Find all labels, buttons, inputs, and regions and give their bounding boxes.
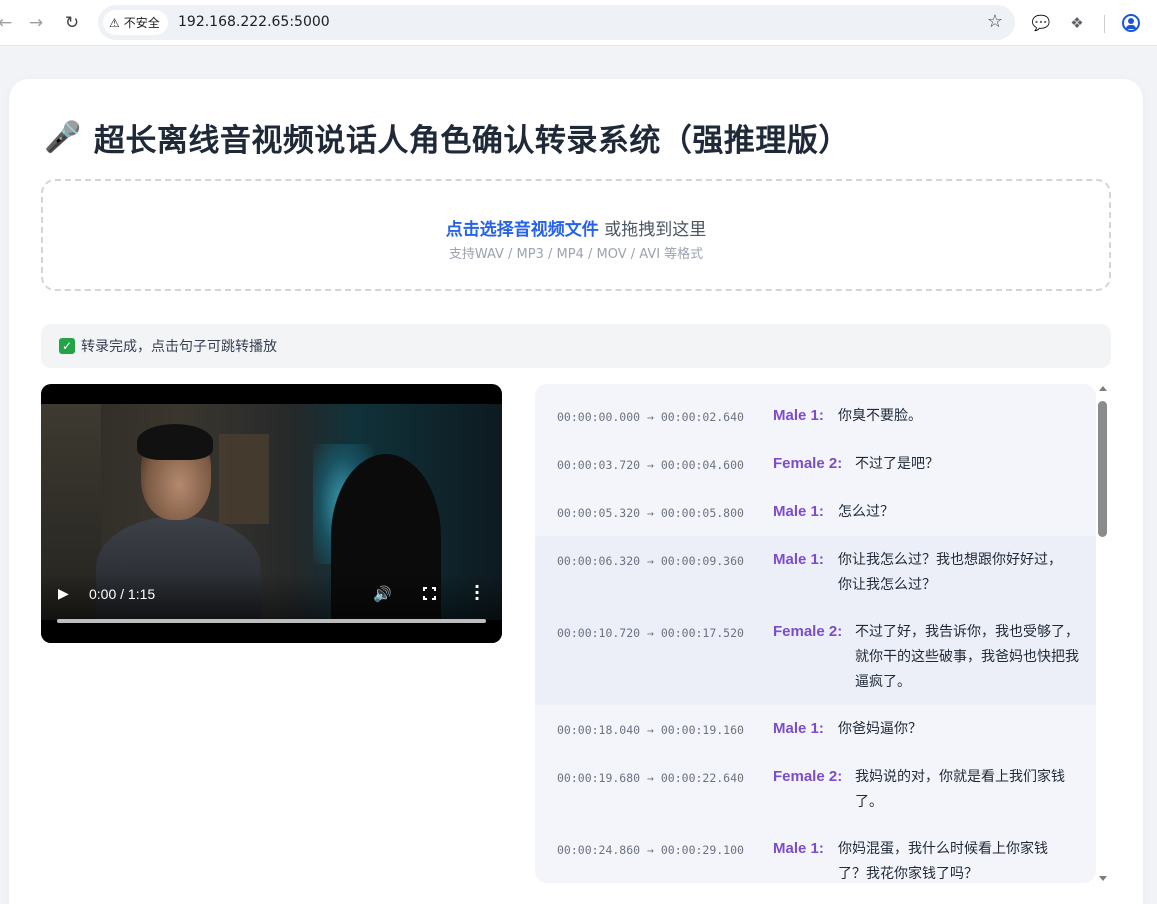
arrow-right-icon: → <box>640 458 661 472</box>
controls-shade <box>41 573 502 643</box>
segment-end-time: 00:00:02.640 <box>660 410 744 424</box>
arrow-right-icon: → <box>640 723 661 737</box>
segment-start-time: 00:00:18.040 <box>557 723 641 737</box>
segment-speaker: Female 2: <box>773 623 843 640</box>
segment-start-time: 00:00:05.320 <box>557 506 641 520</box>
profile-avatar-icon[interactable] <box>1122 14 1140 32</box>
transcript-scrollbar[interactable] <box>1095 384 1111 883</box>
segment-end-time: 00:00:29.100 <box>660 843 744 857</box>
segment-end-time: 00:00:04.600 <box>660 458 744 472</box>
transcript-list: 00:00:00.000 → 00:00:02.640 Male 1: 你臭不要脸。… <box>535 384 1096 883</box>
segment-text: 你臭不要脸。 <box>838 408 922 424</box>
chat-bubble-icon[interactable]: 💬 <box>1028 10 1054 36</box>
file-upload-dropzone[interactable]: 点击选择音视频文件 或拖拽到这里 支持WAV / MP3 / MP4 / MOV… <box>41 179 1111 291</box>
segment-start-time: 00:00:06.320 <box>557 554 641 568</box>
transcript-row[interactable]: 00:00:10.720 → 00:00:17.520 Female 2: 不过了好… <box>535 608 1096 705</box>
segment-timestamp: 00:00:06.320 → 00:00:09.360 <box>557 554 744 568</box>
segment-start-time: 00:00:03.720 <box>557 458 641 472</box>
address-bar[interactable]: ⚠ 不安全 192.168.222.65:5000 ☆ <box>98 5 1015 40</box>
segment-speaker: Male 1: <box>773 720 824 737</box>
forward-arrow-icon[interactable]: → <box>23 10 49 36</box>
segment-start-time: 00:00:10.720 <box>557 626 641 640</box>
segment-timestamp: 00:00:03.720 → 00:00:04.600 <box>557 458 744 472</box>
security-indicator[interactable]: ⚠ 不安全 <box>103 10 168 35</box>
toolbar-divider <box>1104 15 1105 33</box>
segment-end-time: 00:00:22.640 <box>660 771 744 785</box>
segment-end-time: 00:00:05.800 <box>660 506 744 520</box>
transcript-row[interactable]: 00:00:19.680 → 00:00:22.640 Female 2: 我妈说的… <box>535 753 1096 825</box>
segment-speaker: Female 2: <box>773 455 843 472</box>
segment-speaker: Male 1: <box>773 840 824 857</box>
segment-timestamp: 00:00:00.000 → 00:00:02.640 <box>557 410 744 424</box>
arrow-right-icon: → <box>640 771 661 785</box>
bookmark-star-icon[interactable]: ☆ <box>987 11 1003 32</box>
segment-text: 你妈混蛋，我什么时候看上你家钱了？我花你家钱了吗？ <box>838 841 1048 882</box>
segment-speaker: Female 2: <box>773 768 843 785</box>
transcript-row[interactable]: 00:00:18.040 → 00:00:19.160 Male 1: 你爸妈逼你？ <box>535 705 1096 753</box>
segment-text: 我妈说的对，你就是看上我们家钱了。 <box>855 769 1065 810</box>
segment-end-time: 00:00:19.160 <box>660 723 744 737</box>
segment-speaker: Male 1: <box>773 551 824 568</box>
scroll-down-arrow-icon[interactable] <box>1099 876 1107 881</box>
scene-man-hair <box>137 424 213 460</box>
transcript-row[interactable]: 00:00:24.860 → 00:00:29.100 Male 1: 你妈混蛋，我… <box>535 825 1096 883</box>
segment-speaker: Male 1: <box>773 503 824 520</box>
microphone-icon: 🎤 <box>44 120 82 155</box>
arrow-right-icon: → <box>640 554 661 568</box>
transcript-row[interactable]: 00:00:03.720 → 00:00:04.600 Female 2: 不过了是… <box>535 440 1096 488</box>
arrow-right-icon: → <box>640 626 661 640</box>
segment-timestamp: 00:00:19.680 → 00:00:22.640 <box>557 771 744 785</box>
scene-shelf <box>219 434 269 524</box>
video-progress-bar[interactable] <box>57 619 486 623</box>
transcript-row[interactable]: 00:00:05.320 → 00:00:05.800 Male 1: 怎么过？ <box>535 488 1096 536</box>
scroll-thumb[interactable] <box>1098 401 1107 537</box>
segment-timestamp: 00:00:10.720 → 00:00:17.520 <box>557 626 744 640</box>
segment-end-time: 00:00:17.520 <box>660 626 744 640</box>
volume-icon[interactable]: 🔊 <box>373 585 392 603</box>
url-text[interactable]: 192.168.222.65:5000 <box>178 14 330 30</box>
more-options-icon[interactable]: · · · <box>474 579 480 607</box>
transcript-row[interactable]: 00:00:06.320 → 00:00:09.360 Male 1: 你让我怎么过… <box>535 536 1096 608</box>
segment-speaker: Male 1: <box>773 407 824 424</box>
segment-text: 你让我怎么过？我也想跟你好好过，你让我怎么过？ <box>838 552 1062 593</box>
segment-start-time: 00:00:24.860 <box>557 843 641 857</box>
segment-text: 你爸妈逼你？ <box>838 721 922 737</box>
video-player[interactable]: ▶ 0:00 / 1:15 🔊 · · · <box>41 384 502 643</box>
scroll-up-arrow-icon[interactable] <box>1099 386 1107 391</box>
back-arrow-icon[interactable]: ← <box>0 10 18 36</box>
arrow-right-icon: → <box>640 843 661 857</box>
video-time: 0:00 / 1:15 <box>89 586 156 602</box>
upload-drag-text: 或拖拽到这里 <box>598 220 707 240</box>
extensions-puzzle-icon[interactable]: ❖ <box>1064 10 1090 36</box>
segment-text: 不过了是吧？ <box>855 456 939 472</box>
upload-prompt: 点击选择音视频文件 或拖拽到这里 <box>43 215 1109 240</box>
segment-start-time: 00:00:00.000 <box>557 410 641 424</box>
segment-timestamp: 00:00:18.040 → 00:00:19.160 <box>557 723 744 737</box>
browser-toolbar: ← → ↻ ⚠ 不安全 192.168.222.65:5000 ☆ 💬 ❖ <box>0 0 1157 46</box>
status-banner: ✓ 转录完成，点击句子可跳转播放 <box>41 324 1111 368</box>
arrow-right-icon: → <box>640 506 661 520</box>
check-mark-icon: ✓ <box>59 338 75 354</box>
segment-timestamp: 00:00:24.860 → 00:00:29.100 <box>557 843 744 857</box>
fullscreen-icon[interactable] <box>423 587 436 600</box>
page-title: 🎤 超长离线音视频说话人角色确认转录系统（强推理版） <box>44 115 850 160</box>
security-label: 不安全 <box>123 16 160 30</box>
reload-icon[interactable]: ↻ <box>59 10 85 36</box>
play-icon[interactable]: ▶ <box>58 586 69 602</box>
warning-triangle-icon: ⚠ <box>109 15 120 30</box>
segment-text: 怎么过？ <box>838 504 894 520</box>
status-text: 转录完成，点击句子可跳转播放 <box>81 339 277 355</box>
choose-file-link[interactable]: 点击选择音视频文件 <box>446 220 599 240</box>
segment-start-time: 00:00:19.680 <box>557 771 641 785</box>
upload-format-hint: 支持WAV / MP3 / MP4 / MOV / AVI 等格式 <box>448 247 704 262</box>
page-title-text: 超长离线音视频说话人角色确认转录系统（强推理版） <box>93 123 850 159</box>
segment-end-time: 00:00:09.360 <box>660 554 744 568</box>
segment-text: 不过了好，我告诉你，我也受够了，就你干的这些破事，我爸妈也快把我逼疯了。 <box>855 624 1079 690</box>
arrow-right-icon: → <box>640 410 661 424</box>
segment-timestamp: 00:00:05.320 → 00:00:05.800 <box>557 506 744 520</box>
transcript-row[interactable]: 00:00:00.000 → 00:00:02.640 Male 1: 你臭不要脸。 <box>535 392 1096 440</box>
